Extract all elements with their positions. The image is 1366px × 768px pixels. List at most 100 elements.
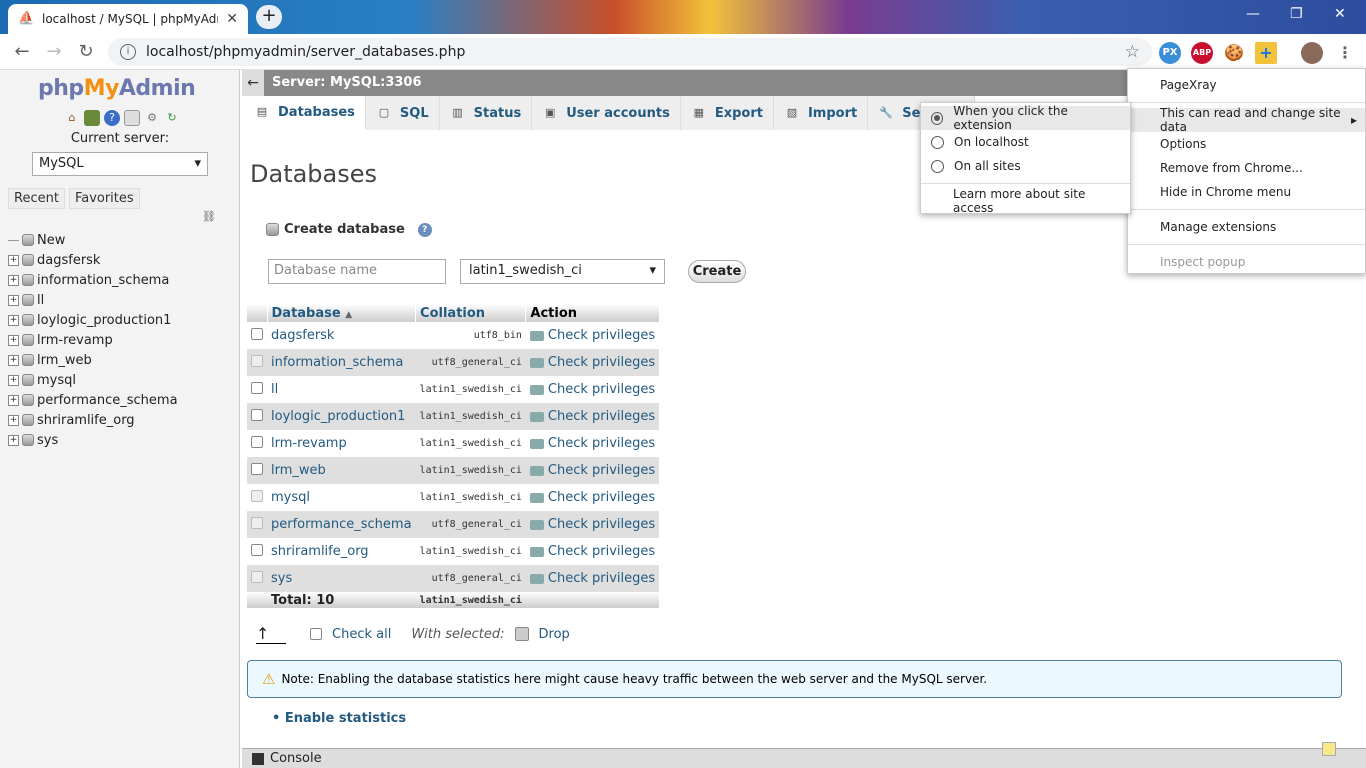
tree-item-new[interactable]: New — [8, 230, 178, 250]
check-all-label[interactable]: Check all — [332, 627, 391, 642]
database-link[interactable]: mysql — [267, 484, 416, 511]
expand-icon[interactable]: + — [8, 274, 19, 286]
server-breadcrumb[interactable]: Server: MySQL:3306 — [272, 75, 422, 90]
menu-item-site-data[interactable]: This can read and change site data ▸ — [1128, 106, 1365, 134]
menu-item-hide[interactable]: Hide in Chrome menu — [1128, 180, 1365, 204]
expand-icon[interactable]: + — [8, 334, 19, 346]
database-link[interactable]: performance_schema — [267, 511, 416, 538]
profile-avatar[interactable] — [1301, 42, 1323, 64]
row-checkbox[interactable] — [251, 408, 263, 421]
tree-item[interactable]: + lrm_web — [8, 350, 178, 370]
check-privileges-link[interactable]: Check privileges — [525, 538, 660, 565]
forward-icon[interactable]: → — [42, 40, 66, 64]
header-collation[interactable]: Collation — [415, 304, 527, 322]
tree-item[interactable]: + sys — [8, 430, 178, 450]
close-window-icon[interactable]: ✕ — [1334, 6, 1346, 22]
sticky-note-icon[interactable] — [1322, 742, 1336, 756]
tree-item[interactable]: + mysql — [8, 370, 178, 390]
link-chain-icon[interactable]: ⛓ — [202, 210, 216, 223]
pagexray-extension-icon[interactable]: PX — [1159, 42, 1181, 64]
database-link[interactable]: loylogic_production1 — [267, 403, 416, 430]
tree-item[interactable]: + performance_schema — [8, 390, 178, 410]
tree-item[interactable]: + ll — [8, 290, 178, 310]
help-icon[interactable]: ? — [104, 110, 120, 126]
row-checkbox[interactable] — [251, 327, 263, 340]
database-link[interactable]: information_schema — [267, 349, 416, 376]
check-privileges-link[interactable]: Check privileges — [525, 349, 660, 376]
tree-item[interactable]: + shriramlife_org — [8, 410, 178, 430]
gear-icon[interactable]: ⚙ — [144, 110, 160, 126]
console-bar[interactable]: Console — [242, 748, 1366, 768]
tab-import[interactable]: ▧ Import — [773, 96, 869, 130]
menu-item-manage[interactable]: Manage extensions — [1128, 215, 1365, 239]
expand-icon[interactable]: + — [8, 394, 19, 406]
expand-icon[interactable]: + — [8, 354, 19, 366]
tab-user-accounts[interactable]: ▣ User accounts — [532, 96, 681, 130]
check-privileges-link[interactable]: Check privileges — [525, 511, 660, 538]
row-checkbox[interactable] — [251, 543, 263, 556]
tree-item[interactable]: + lrm-revamp — [8, 330, 178, 350]
check-privileges-link[interactable]: Check privileges — [525, 430, 660, 457]
back-icon[interactable]: ← — [10, 40, 34, 64]
tree-item[interactable]: + information_schema — [8, 270, 178, 290]
url-text[interactable]: localhost/phpmyadmin/server_databases.ph… — [146, 44, 1125, 60]
database-link[interactable]: ll — [267, 376, 416, 403]
check-privileges-link[interactable]: Check privileges — [525, 376, 660, 403]
expand-icon[interactable]: + — [8, 294, 19, 306]
drop-button[interactable]: Drop — [539, 627, 570, 642]
database-link[interactable]: lrm-revamp — [267, 430, 416, 457]
database-link[interactable]: shriramlife_org — [267, 538, 416, 565]
tab-databases[interactable]: ▤ Databases — [244, 96, 366, 130]
check-privileges-link[interactable]: Check privileges — [525, 322, 660, 349]
tree-item[interactable]: + loylogic_production1 — [8, 310, 178, 330]
database-link[interactable]: lrm_web — [267, 457, 416, 484]
bookmark-star-icon[interactable]: ☆ — [1125, 42, 1140, 62]
expand-icon[interactable]: + — [8, 254, 19, 266]
database-link[interactable]: dagsfersk — [267, 322, 416, 349]
chrome-menu-icon[interactable]: ⋮ — [1334, 42, 1356, 64]
reload-icon[interactable]: ↻ — [74, 40, 98, 64]
expand-icon[interactable]: + — [8, 414, 19, 426]
row-checkbox[interactable] — [251, 462, 263, 475]
check-all-checkbox[interactable] — [310, 628, 322, 640]
menu-item-pagexray[interactable]: PageXray — [1128, 73, 1365, 97]
row-checkbox[interactable] — [251, 435, 263, 448]
add-extension-icon[interactable]: + — [1255, 42, 1277, 64]
documentation-icon[interactable] — [124, 110, 140, 126]
logout-icon[interactable] — [84, 110, 100, 126]
check-privileges-link[interactable]: Check privileges — [525, 565, 660, 592]
adblock-extension-icon[interactable]: ABP — [1191, 42, 1213, 64]
refresh-icon[interactable]: ↻ — [164, 110, 180, 126]
phpmyadmin-logo[interactable]: phpMyAdmin — [38, 76, 196, 101]
home-icon[interactable]: ⌂ — [64, 110, 80, 126]
tab-sql[interactable]: ▢ SQL — [365, 96, 440, 130]
tree-item[interactable]: + dagsfersk — [8, 250, 178, 270]
close-tab-icon[interactable]: ✕ — [226, 11, 238, 27]
expand-icon[interactable]: + — [8, 314, 19, 326]
browser-tab[interactable]: ⛵ localhost / MySQL | phpMyAdm ✕ — [8, 4, 248, 34]
favorites-tab[interactable]: Favorites — [68, 188, 140, 209]
address-bar[interactable]: i localhost/phpmyadmin/server_databases.… — [108, 38, 1152, 66]
row-checkbox[interactable] — [251, 381, 263, 394]
learn-more-link[interactable]: Learn more about site access — [921, 187, 1130, 215]
expand-icon[interactable]: + — [8, 434, 19, 446]
collapse-panel-icon[interactable]: ← — [242, 70, 264, 96]
restore-icon[interactable]: ❐ — [1290, 6, 1303, 22]
expand-icon[interactable]: + — [8, 374, 19, 386]
site-info-icon[interactable]: i — [120, 44, 136, 60]
menu-item-options[interactable]: Options — [1128, 132, 1365, 156]
menu-item-on-click[interactable]: When you click the extension — [921, 104, 1130, 132]
help-icon[interactable]: ? — [417, 222, 432, 237]
header-database[interactable]: Database ▲ — [267, 304, 417, 322]
create-button[interactable]: Create — [688, 260, 746, 283]
menu-item-remove[interactable]: Remove from Chrome... — [1128, 156, 1365, 180]
check-privileges-link[interactable]: Check privileges — [525, 457, 660, 484]
database-link[interactable]: sys — [267, 565, 416, 592]
recent-tab[interactable]: Recent — [8, 188, 65, 209]
enable-statistics-link[interactable]: • Enable statistics — [272, 711, 406, 726]
server-select[interactable]: MySQL ▾ — [32, 152, 208, 176]
collation-select[interactable]: latin1_swedish_ci ▾ — [460, 259, 665, 284]
check-privileges-link[interactable]: Check privileges — [525, 403, 660, 430]
new-tab-button[interactable]: + — [256, 5, 282, 29]
menu-item-on-localhost[interactable]: On localhost — [921, 130, 1130, 154]
